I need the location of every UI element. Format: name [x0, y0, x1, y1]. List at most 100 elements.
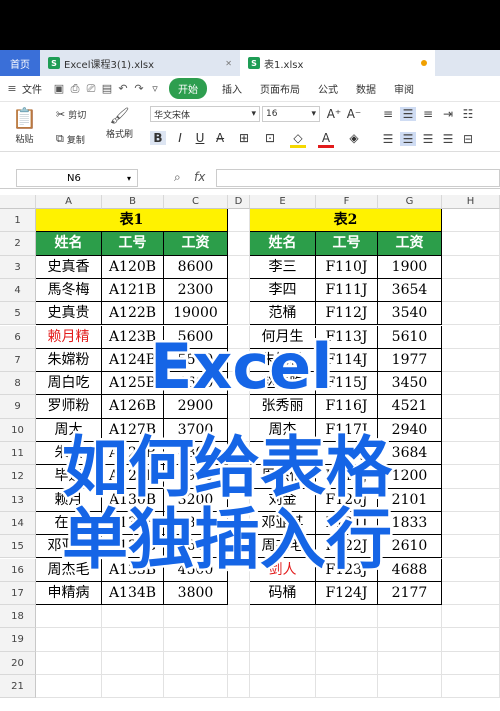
align-middle-icon[interactable]: ☰	[400, 107, 416, 121]
column-header[interactable]: D	[228, 195, 250, 209]
table-cell[interactable]: F117J	[316, 418, 378, 442]
table-cell[interactable]: 1200	[378, 465, 442, 489]
table-cell[interactable]: F121J	[316, 511, 378, 536]
sheet-cell[interactable]	[102, 628, 164, 652]
table-cell[interactable]: F110J	[316, 255, 378, 279]
table-cell[interactable]: 周杰毛	[36, 558, 102, 582]
table-cell[interactable]: 张三	[250, 442, 316, 466]
table-cell[interactable]: A122B	[102, 302, 164, 326]
row-header[interactable]: 4	[0, 278, 36, 303]
table-cell[interactable]: 张秀丽	[250, 395, 316, 419]
table-header-cell[interactable]: 姓名	[36, 232, 102, 256]
table-cell[interactable]: 2177	[378, 581, 442, 606]
table-cell[interactable]: 8600	[164, 255, 228, 279]
column-header[interactable]: G	[378, 195, 442, 209]
menu-file[interactable]: 文件	[20, 81, 51, 96]
table-cell[interactable]: A130B	[102, 488, 164, 512]
row-header[interactable]: 11	[0, 442, 36, 466]
sheet-cell[interactable]	[228, 232, 250, 256]
table-cell[interactable]: 3800	[164, 581, 228, 606]
table-header-cell[interactable]: 工资	[378, 232, 442, 256]
menu-insert[interactable]: 插入	[213, 81, 251, 96]
column-header[interactable]: B	[102, 195, 164, 209]
sheet-cell[interactable]	[442, 418, 500, 442]
sheet-cell[interactable]	[228, 395, 250, 419]
export-icon[interactable]: ⎙	[67, 82, 83, 96]
sheet-cell[interactable]	[442, 535, 500, 559]
table-cell[interactable]: 4521	[378, 395, 442, 419]
row-header[interactable]: 9	[0, 395, 36, 419]
sheet-cell[interactable]	[442, 558, 500, 582]
column-header[interactable]: H	[442, 195, 500, 209]
sheet-cell[interactable]	[164, 651, 228, 675]
preview-icon[interactable]: ▤	[99, 82, 115, 95]
name-box[interactable]: N6 ▾	[16, 169, 138, 187]
table-cell[interactable]: A133B	[102, 558, 164, 582]
sheet-cell[interactable]	[228, 418, 250, 442]
table-title[interactable]: 表2	[250, 209, 442, 233]
table-cell[interactable]: F113J	[316, 325, 378, 349]
row-header[interactable]: 16	[0, 558, 36, 582]
cut-button[interactable]: ✂ 剪切	[56, 108, 86, 121]
indent-icon[interactable]: ⇥	[440, 107, 456, 121]
menu-formula[interactable]: 公式	[309, 81, 347, 96]
table-cell[interactable]: 4688	[378, 558, 442, 582]
table-cell[interactable]: 史真贵	[36, 302, 102, 326]
table-cell[interactable]: 剑人	[250, 558, 316, 582]
sheet-cell[interactable]	[442, 442, 500, 466]
strikethrough-icon[interactable]: A̶	[212, 131, 228, 145]
format-painter-button[interactable]: 🖌 格式刷	[106, 106, 133, 140]
sheet-cell[interactable]	[228, 442, 250, 466]
sheet-cell[interactable]	[36, 605, 102, 629]
clear-format-icon[interactable]: ◈	[346, 131, 362, 145]
sheet-cell[interactable]	[378, 651, 442, 675]
table-cell[interactable]: A134B	[102, 581, 164, 606]
zoom-icon[interactable]: ⌕	[174, 170, 181, 185]
table-cell[interactable]: 毕运	[36, 465, 102, 489]
sheet-cell[interactable]	[378, 628, 442, 652]
table-cell[interactable]: 范桶	[250, 302, 316, 326]
table-cell[interactable]: 赖月精	[36, 325, 102, 349]
row-header[interactable]: 5	[0, 302, 36, 326]
table-cell[interactable]: A120B	[102, 255, 164, 279]
table-cell[interactable]: 码桶	[250, 581, 316, 606]
table-cell[interactable]: A126B	[102, 395, 164, 419]
sheet-cell[interactable]	[228, 651, 250, 675]
paste-button[interactable]: 📋 粘贴	[12, 106, 37, 145]
table-cell[interactable]: 李三	[250, 255, 316, 279]
table-cell[interactable]: 3450	[378, 372, 442, 396]
table-cell[interactable]: 3654	[378, 278, 442, 303]
table-cell[interactable]: 朱肢	[36, 442, 102, 466]
sheet-cell[interactable]	[442, 209, 500, 233]
save-icon[interactable]: ▣	[51, 82, 67, 95]
sheet-cell[interactable]	[228, 628, 250, 652]
sheet-cell[interactable]	[442, 278, 500, 303]
table-cell[interactable]: F111J	[316, 278, 378, 303]
sheet-cell[interactable]	[228, 465, 250, 489]
column-header[interactable]: C	[164, 195, 228, 209]
sheet-cell[interactable]	[228, 302, 250, 326]
table-cell[interactable]: 19000	[164, 302, 228, 326]
table-cell[interactable]: F116J	[316, 395, 378, 419]
sheet-cell[interactable]	[442, 372, 500, 396]
table-cell[interactable]: 2300	[164, 278, 228, 303]
row-header[interactable]: 10	[0, 418, 36, 442]
row-header[interactable]: 14	[0, 511, 36, 536]
table-cell[interactable]: 2610	[378, 535, 442, 559]
table-cell[interactable]: 5600	[164, 325, 228, 349]
table-cell[interactable]: 3600	[164, 535, 228, 559]
table-cell[interactable]: F124J	[316, 581, 378, 606]
table-cell[interactable]: 申精病	[36, 581, 102, 606]
sheet-cell[interactable]	[228, 675, 250, 699]
shrink-font-icon[interactable]: A⁻	[346, 107, 362, 121]
italic-button[interactable]: I	[172, 131, 188, 145]
table-cell[interactable]: 4300	[164, 442, 228, 466]
table-cell[interactable]: 周杰毛	[250, 535, 316, 559]
tab-file-2[interactable]: S 表1.xlsx	[240, 50, 435, 76]
sheet-cell[interactable]	[36, 675, 102, 699]
bold-button[interactable]: B	[150, 131, 166, 145]
table-cell[interactable]: 赵白吃	[250, 372, 316, 396]
fx-button[interactable]: fx	[194, 170, 205, 184]
table-cell[interactable]: 在消	[36, 511, 102, 536]
sheet-cell[interactable]	[228, 325, 250, 349]
